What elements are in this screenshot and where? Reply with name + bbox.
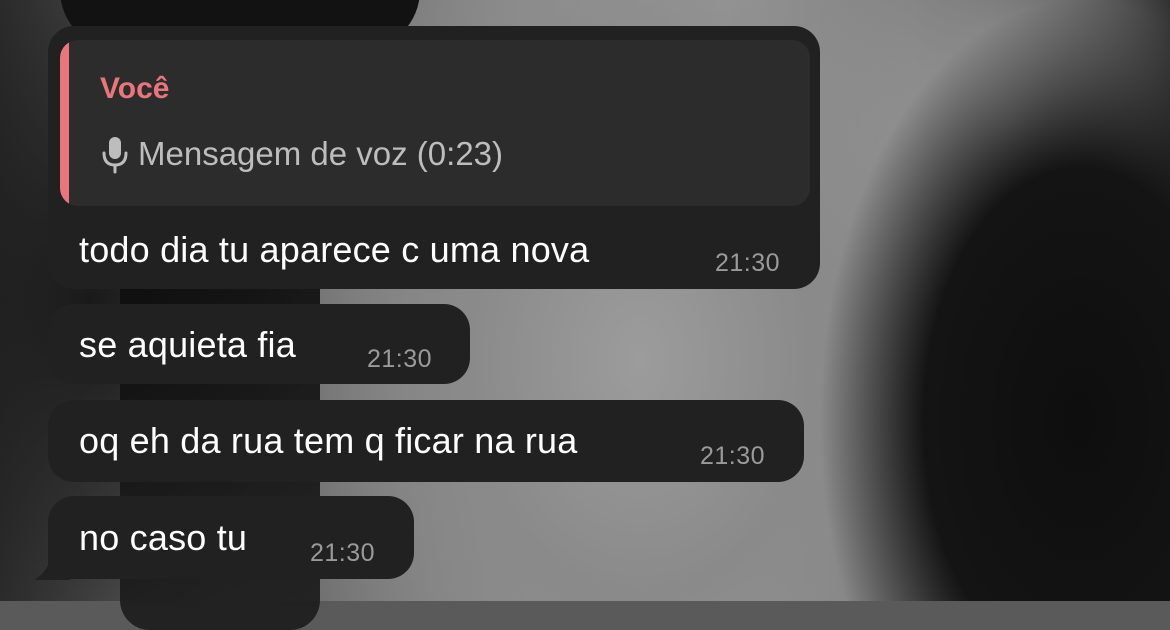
message-text: todo dia tu aparece c uma nova bbox=[79, 229, 590, 270]
reply-quote[interactable]: Você Mensagem de voz (0:23) bbox=[60, 40, 810, 206]
reply-voice-message-label: Mensagem de voz (0:23) bbox=[138, 135, 504, 172]
message-bubble-4[interactable]: no caso tu 21:30 bbox=[48, 496, 414, 579]
message-timestamp: 21:30 bbox=[367, 345, 433, 373]
message-bubble-1[interactable]: Você Mensagem de voz (0:23) todo dia tu … bbox=[48, 26, 820, 289]
message-text: no caso tu bbox=[79, 517, 248, 558]
message-timestamp: 21:30 bbox=[715, 249, 781, 277]
message-text: oq eh da rua tem q ficar na rua bbox=[79, 420, 578, 461]
message-list[interactable]: Você Mensagem de voz (0:23) todo dia tu … bbox=[0, 0, 1170, 601]
message-bubble-3[interactable]: oq eh da rua tem q ficar na rua 21:30 bbox=[48, 400, 804, 482]
microphone-icon bbox=[102, 137, 128, 174]
message-timestamp: 21:30 bbox=[700, 442, 766, 470]
message-bubble-2[interactable]: se aquieta fia 21:30 bbox=[48, 304, 470, 384]
reply-author: Você bbox=[100, 72, 170, 105]
message-text: se aquieta fia bbox=[79, 324, 296, 365]
reply-accent-bar bbox=[60, 40, 69, 206]
message-timestamp: 21:30 bbox=[310, 539, 376, 567]
